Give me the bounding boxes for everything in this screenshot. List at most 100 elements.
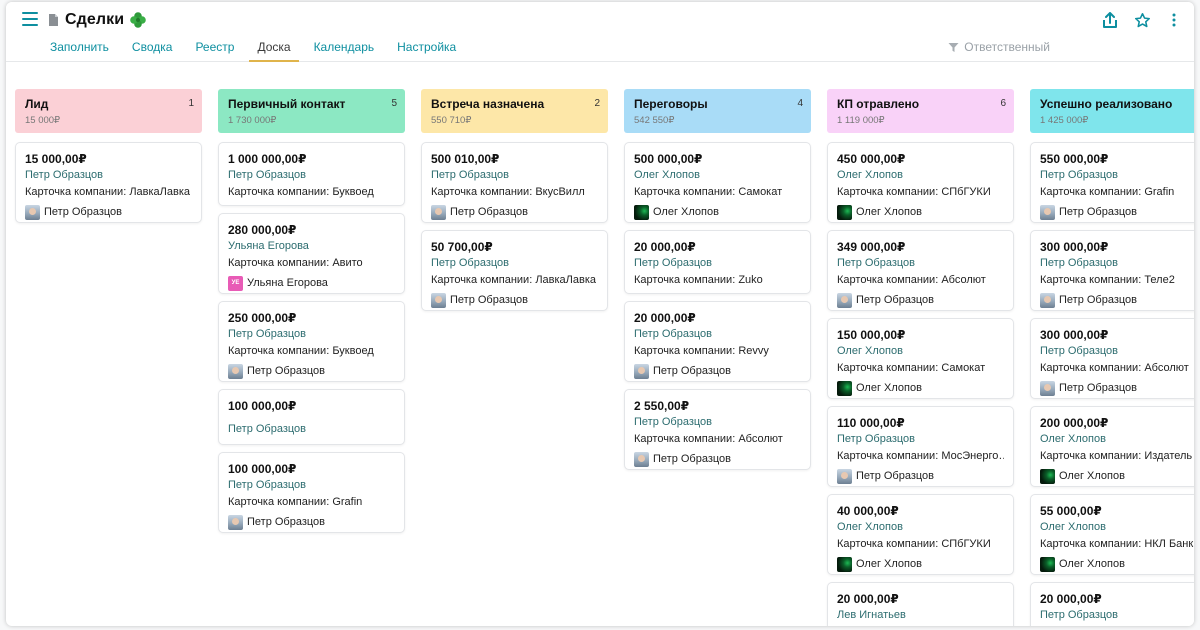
filter-label: Ответственный [964, 40, 1050, 54]
deal-card[interactable]: 110 000,00₽ Петр Образцов Карточка компани… [827, 406, 1014, 487]
deal-card[interactable]: 1 000 000,00₽ Петр Образцов Карточка компа… [218, 142, 405, 206]
deal-card[interactable]: 15 000,00₽ Петр Образцов Карточка компании… [15, 142, 202, 223]
column-header[interactable]: Переговоры 542 550₽ 4 [624, 89, 811, 133]
deal-company: Карточка компании: Grafin [1040, 186, 1175, 198]
tab-settings[interactable]: Настройка [389, 32, 464, 62]
responsible-name: Петр Образцов [653, 365, 732, 377]
column-header[interactable]: Лид 15 000₽ 1 [15, 89, 202, 133]
deal-contact: Петр Образцов [1040, 609, 1119, 621]
tab-calendar[interactable]: Календарь [306, 32, 383, 62]
column-count: 4 [797, 98, 803, 109]
share-icon[interactable] [1100, 10, 1120, 30]
responsible-name: Петр Образцов [247, 516, 326, 528]
deal-card[interactable]: 500 010,00₽ Петр Образцов Карточка компани… [421, 142, 608, 223]
avatar [837, 468, 852, 484]
column-count: 6 [1000, 98, 1006, 109]
responsible-name: Олег Хлопов [856, 382, 922, 394]
deal-company: Карточка компании: Самокат [634, 186, 783, 198]
deal-card[interactable]: 450 000,00₽ Олег Хлопов Карточка компании:… [827, 142, 1014, 223]
deal-company: Карточка компании: ЛавкаЛавка [431, 274, 597, 286]
deal-contact: Петр Образцов [837, 257, 916, 269]
deal-card[interactable]: 20 000,00₽ Петр Образцов Карточка компании… [624, 301, 811, 382]
deal-card[interactable]: 349 000,00₽ Петр Образцов Карточка компани… [827, 230, 1014, 311]
deal-responsible: Олег Хлопов [1040, 467, 1194, 485]
column-header[interactable]: Успешно реализовано 1 425 000₽ [1030, 89, 1194, 133]
deal-responsible: Петр Образцов [431, 203, 598, 221]
deal-contact: Петр Образцов [228, 423, 307, 435]
deal-card[interactable]: 500 000,00₽ Олег Хлопов Карточка компании:… [624, 142, 811, 223]
deal-card[interactable]: 100 000,00₽ Петр Образцов [218, 389, 405, 445]
deal-responsible: Петр Образцов [1040, 203, 1194, 221]
avatar [431, 292, 446, 308]
deal-card[interactable]: 55 000,00₽ Олег Хлопов Карточка компании: … [1030, 494, 1194, 575]
deal-card[interactable]: 50 700,00₽ Петр Образцов Карточка компании… [421, 230, 608, 311]
deal-amount: 2 550,00₽ [634, 399, 690, 413]
deal-company: Карточка компании: Абсолют [837, 274, 986, 286]
deal-contact: Лев Игнатьев [837, 609, 906, 621]
deal-amount: 349 000,00₽ [837, 240, 906, 254]
star-icon[interactable] [1132, 10, 1152, 30]
deal-contact: Петр Образцов [1040, 257, 1119, 269]
avatar [25, 204, 40, 220]
deal-contact: Петр Образцов [25, 169, 104, 181]
deal-contact: Петр Образцов [228, 479, 307, 491]
deal-responsible: Олег Хлопов [837, 203, 1004, 221]
avatar [1040, 556, 1055, 572]
column-sum: 550 710₽ [431, 115, 472, 126]
responsible-name: Петр Образцов [653, 453, 732, 465]
deal-company: Карточка компании: Издатель [1040, 450, 1193, 462]
column-header[interactable]: КП отравлено 1 119 000₽ 6 [827, 89, 1014, 133]
deal-contact: Петр Образцов [431, 169, 510, 181]
deal-card[interactable]: 200 000,00₽ Олег Хлопов Карточка компании:… [1030, 406, 1194, 487]
deal-card[interactable]: 300 000,00₽ Петр Образцов Карточка компани… [1030, 230, 1194, 311]
deal-amount: 300 000,00₽ [1040, 328, 1109, 342]
filter-icon [948, 42, 959, 52]
responsible-filter[interactable]: Ответственный [948, 40, 1050, 54]
deal-card[interactable]: 2 550,00₽ Петр Образцов Карточка компании:… [624, 389, 811, 470]
deal-card[interactable]: 280 000,00₽ Ульяна Егорова Карточка компан… [218, 213, 405, 294]
column-title: Переговоры [634, 97, 708, 111]
responsible-name: Олег Хлопов [856, 558, 922, 570]
deal-card[interactable]: 20 000,00₽ Лев Игнатьев [827, 582, 1014, 626]
deal-card[interactable]: 300 000,00₽ Петр Образцов Карточка компани… [1030, 318, 1194, 399]
deal-amount: 55 000,00₽ [1040, 504, 1102, 518]
deal-contact: Петр Образцов [634, 257, 713, 269]
deal-responsible: Петр Образцов [25, 203, 192, 221]
deal-amount: 20 000,00₽ [837, 592, 899, 606]
deal-card[interactable]: 20 000,00₽ Петр Образцов Карточка компании… [624, 230, 811, 294]
responsible-name: Петр Образцов [450, 294, 529, 306]
deal-amount: 200 000,00₽ [1040, 416, 1109, 430]
tab-board[interactable]: Доска [249, 32, 299, 62]
avatar [837, 380, 852, 396]
more-vertical-icon[interactable] [1164, 10, 1184, 30]
deal-card[interactable]: 250 000,00₽ Петр Образцов Карточка компани… [218, 301, 405, 382]
tab-fill[interactable]: Заполнить [42, 32, 117, 62]
clover-icon [130, 12, 147, 28]
responsible-name: Петр Образцов [1059, 206, 1138, 218]
column-count: 5 [391, 98, 397, 109]
column-count: 1 [188, 98, 194, 109]
deal-contact: Петр Образцов [634, 328, 713, 340]
deal-responsible: Олег Хлопов [634, 203, 801, 221]
tab-summary[interactable]: Сводка [124, 32, 181, 62]
deal-company: Карточка компании: Самокат [837, 362, 986, 374]
deal-amount: 20 000,00₽ [634, 240, 696, 254]
deal-amount: 250 000,00₽ [228, 311, 297, 325]
deal-company: Карточка компании: ВкусВилл [431, 186, 585, 198]
deal-card[interactable]: 150 000,00₽ Олег Хлопов Карточка компании:… [827, 318, 1014, 399]
deal-card[interactable]: 40 000,00₽ Олег Хлопов Карточка компании: … [827, 494, 1014, 575]
deal-card[interactable]: 100 000,00₽ Петр Образцов Карточка компани… [218, 452, 405, 533]
column-header[interactable]: Первичный контакт 1 730 000₽ 5 [218, 89, 405, 133]
deal-card[interactable]: 550 000,00₽ Петр Образцов Карточка компани… [1030, 142, 1194, 223]
deal-contact: Олег Хлопов [1040, 521, 1106, 533]
deal-card[interactable]: 20 000,00₽ Петр Образцов [1030, 582, 1194, 626]
avatar [1040, 380, 1055, 396]
hamburger-icon[interactable] [22, 12, 38, 26]
column-header[interactable]: Встреча назначена 550 710₽ 2 [421, 89, 608, 133]
avatar [228, 363, 243, 379]
tab-registry[interactable]: Реестр [187, 32, 242, 62]
column-sum: 542 550₽ [634, 115, 675, 126]
avatar [1040, 204, 1055, 220]
deal-company: Карточка компании: Zuko [634, 274, 763, 286]
deal-amount: 1 000 000,00₽ [228, 152, 307, 166]
